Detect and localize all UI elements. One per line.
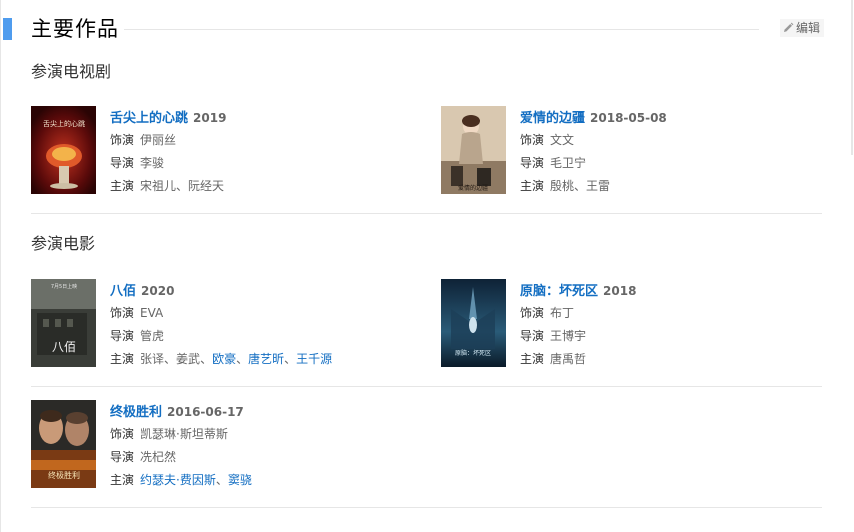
work-title-link[interactable]: 爱情的边疆 xyxy=(520,111,585,126)
work-item-movie-2: 原脑：坏死区 原脑：坏死区 2018 饰演 布丁 导演 王博宇 主演 唐禹哲 xyxy=(441,279,821,369)
divider xyxy=(31,213,822,214)
poster-image[interactable]: 原脑：坏死区 xyxy=(441,279,506,367)
movie-heading: 参演电影 xyxy=(31,234,96,253)
cast-name: 宋祖儿 xyxy=(140,179,177,193)
cast-link[interactable]: 窦骁 xyxy=(228,473,252,487)
cast-name: 王雷 xyxy=(586,179,611,193)
director-label: 导演 xyxy=(110,156,135,170)
cast-name: 阮经天 xyxy=(188,179,225,193)
left-border xyxy=(0,0,1,532)
cast-name: 姜武 xyxy=(176,352,201,366)
cast-link[interactable]: 王千源 xyxy=(296,352,332,366)
cast-separator: 、 xyxy=(574,179,587,193)
cast-name: 殷桃 xyxy=(550,179,575,193)
edit-label: 编辑 xyxy=(796,21,821,35)
work-year: 2019 xyxy=(193,111,227,125)
poster-caption: 终极胜利 xyxy=(48,470,80,480)
work-year: 2020 xyxy=(141,284,175,298)
work-year: 2018-05-08 xyxy=(590,111,667,125)
poster-caption: 舌尖上的心跳 xyxy=(43,119,85,128)
divider xyxy=(31,386,822,387)
work-title-link[interactable]: 舌尖上的心跳 xyxy=(110,111,188,126)
cast-separator: 、 xyxy=(284,352,297,366)
director-value: 冼杞然 xyxy=(140,450,177,464)
cast-separator: 、 xyxy=(176,179,189,193)
poster-image[interactable]: 终极胜利 xyxy=(31,400,96,488)
cast-link[interactable]: 唐艺昕 xyxy=(248,352,284,366)
role-value: 凯瑟琳·斯坦蒂斯 xyxy=(140,427,228,441)
director-label: 导演 xyxy=(110,450,135,464)
cast-separator: 、 xyxy=(215,473,228,487)
cast-name: 张译 xyxy=(140,352,165,366)
edit-button[interactable]: 编辑 xyxy=(780,19,824,37)
role-value: EVA xyxy=(140,306,164,320)
work-item-movie-3: 终极胜利 终极胜利 2016-06-17 饰演 凯瑟琳·斯坦蒂斯 导演 冼杞然 主演约… xyxy=(31,400,411,490)
work-title-link[interactable]: 终极胜利 xyxy=(110,405,162,420)
scrollbar-track[interactable] xyxy=(851,0,853,155)
role-value: 文文 xyxy=(550,133,575,147)
work-title-link[interactable]: 八佰 xyxy=(110,284,136,299)
director-label: 导演 xyxy=(520,156,545,170)
poster-caption: 八佰 xyxy=(52,340,76,354)
poster-caption: 原脑：坏死区 xyxy=(455,349,491,357)
role-value: 伊丽丝 xyxy=(140,133,177,147)
work-title-link[interactable]: 原脑：坏死区 xyxy=(520,284,598,299)
director-label: 导演 xyxy=(110,329,135,343)
role-value: 布丁 xyxy=(550,306,575,320)
section-rule xyxy=(124,29,759,30)
cast-separator: 、 xyxy=(164,352,177,366)
work-item-tv-2: 爱情的边疆 爱情的边疆 2018-05-08 饰演 文文 导演 毛卫宁 主演 殷桃、王雷 xyxy=(441,106,821,196)
role-label: 饰演 xyxy=(520,133,545,147)
cast-separator: 、 xyxy=(200,352,213,366)
director-value: 王博宇 xyxy=(550,329,587,343)
section-accent-bar xyxy=(3,18,12,40)
poster-caption: 爱情的边疆 xyxy=(458,184,488,192)
role-label: 饰演 xyxy=(110,427,135,441)
divider xyxy=(31,507,822,508)
cast-label: 主演 xyxy=(110,179,135,193)
work-item-tv-1: 舌尖上的心跳 舌尖上的心跳 2019 饰演 伊丽丝 导演 李骏 主演 宋祖儿、阮经天 xyxy=(31,106,411,196)
director-value: 李骏 xyxy=(140,156,165,170)
poster-image[interactable]: 爱情的边疆 xyxy=(441,106,506,194)
role-label: 饰演 xyxy=(110,133,135,147)
role-label: 饰演 xyxy=(520,306,545,320)
work-year: 2016-06-17 xyxy=(167,405,244,419)
section-title: 主要作品 xyxy=(31,17,119,41)
pencil-icon xyxy=(784,22,794,32)
cast-label: 主演 xyxy=(520,352,545,366)
cast-link[interactable]: 约瑟夫·费因斯 xyxy=(140,473,216,487)
cast-separator: 、 xyxy=(236,352,249,366)
director-value: 管虎 xyxy=(140,329,165,343)
poster-date: 7月5日上映 xyxy=(51,283,77,290)
poster-image[interactable]: 7月5日上映 八佰 xyxy=(31,279,96,367)
poster-image[interactable]: 舌尖上的心跳 xyxy=(31,106,96,194)
director-label: 导演 xyxy=(520,329,545,343)
tv-heading: 参演电视剧 xyxy=(31,62,112,81)
cast-label: 主演 xyxy=(110,352,135,366)
cast-label: 主演 xyxy=(520,179,545,193)
role-label: 饰演 xyxy=(110,306,135,320)
cast-link[interactable]: 欧豪 xyxy=(212,352,236,366)
cast-label: 主演 xyxy=(110,473,135,487)
work-year: 2018 xyxy=(603,284,637,298)
cast-name: 唐禹哲 xyxy=(550,352,587,366)
director-value: 毛卫宁 xyxy=(550,156,587,170)
work-item-movie-1: 7月5日上映 八佰 八佰 2020 饰演 EVA 导演 管虎 主演 张译、姜武、欧豪、唐… xyxy=(31,279,411,369)
